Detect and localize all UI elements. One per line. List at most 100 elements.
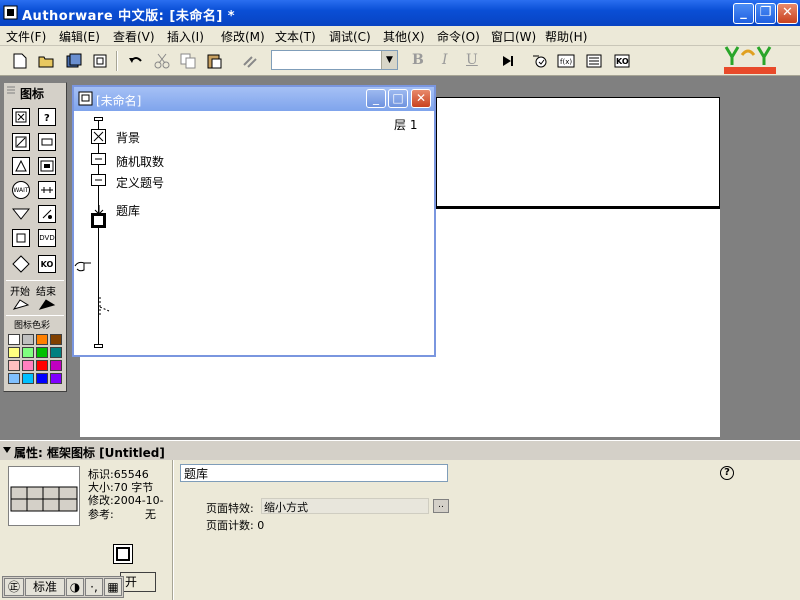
motion-icon[interactable]: ?: [38, 108, 56, 126]
icon-name-field[interactable]: 题库: [180, 464, 448, 482]
open-button[interactable]: 开: [120, 572, 156, 592]
effect-value-field[interactable]: 缩小方式: [261, 498, 429, 514]
icon-palette: 图标 ? WAIT DVD KO 开始 结束 图标色彩: [3, 82, 67, 392]
underline-button[interactable]: U: [466, 52, 478, 68]
paste-icon[interactable]: [204, 51, 224, 71]
menu-other[interactable]: 其他(X): [383, 28, 425, 45]
new-file-icon[interactable]: [10, 51, 30, 71]
undo-icon[interactable]: [126, 51, 146, 71]
color-swatch[interactable]: [50, 334, 62, 345]
color-swatch[interactable]: [50, 373, 62, 384]
color-swatch[interactable]: [36, 360, 48, 371]
dvd-icon[interactable]: DVD: [38, 229, 56, 247]
toolbar: [0, 46, 800, 76]
calculation-icon[interactable]: [91, 174, 106, 186]
decision-icon[interactable]: [38, 181, 56, 199]
color-swatch[interactable]: [50, 347, 62, 358]
color-swatch[interactable]: [50, 360, 62, 371]
color-swatch[interactable]: [36, 347, 48, 358]
menu-file[interactable]: 文件(F): [6, 28, 46, 45]
find-icon[interactable]: [240, 51, 260, 71]
flowline-title: [未命名]: [96, 94, 142, 108]
start-flag-label: 开始: [10, 287, 30, 298]
color-swatch[interactable]: [22, 334, 34, 345]
properties-header[interactable]: 属性: 框架图标 [Untitled]: [0, 440, 800, 460]
flowline-close-button[interactable]: ✕: [411, 89, 431, 108]
layer-indicator: 层 1: [394, 118, 418, 132]
presentation-window-lower: [80, 357, 440, 437]
save-all-icon[interactable]: [64, 51, 84, 71]
menu-command[interactable]: 命令(O): [437, 28, 480, 45]
calculation-icon[interactable]: [91, 153, 106, 165]
movie-icon[interactable]: [12, 255, 30, 273]
framework-icon[interactable]: [38, 157, 56, 175]
maximize-button[interactable]: ❐: [755, 3, 776, 24]
punctuation-icon[interactable]: ·,: [85, 578, 103, 596]
font-select[interactable]: ▼: [271, 50, 398, 70]
knowledge-object-icon[interactable]: KO: [612, 51, 632, 71]
open-file-icon[interactable]: [36, 51, 56, 71]
flow-icon-label[interactable]: 定义题号: [116, 174, 164, 191]
control-panel-icon[interactable]: [530, 51, 550, 71]
calculation-icon[interactable]: [38, 205, 56, 223]
flow-icon-label[interactable]: 题库: [116, 202, 140, 219]
italic-button[interactable]: I: [442, 52, 448, 68]
menu-window[interactable]: 窗口(W): [491, 28, 536, 45]
flow-icon-label[interactable]: 背景: [116, 129, 140, 146]
toolbar-separator: [116, 51, 118, 71]
erase-icon[interactable]: [12, 133, 30, 151]
ime-logo-icon[interactable]: ㊣: [4, 578, 24, 596]
flowline-minimize-button[interactable]: _: [366, 89, 386, 108]
color-swatch[interactable]: [8, 334, 20, 345]
display-icon[interactable]: [91, 129, 106, 144]
ko-icon[interactable]: KO: [38, 255, 56, 273]
close-button[interactable]: ✕: [777, 3, 798, 24]
menu-debug[interactable]: 调试(C): [329, 28, 371, 45]
color-swatch[interactable]: [8, 360, 20, 371]
menu-modify[interactable]: 修改(M): [221, 28, 265, 45]
palette-divider: [6, 315, 64, 316]
end-flag-icon[interactable]: [38, 297, 56, 311]
flowline-maximize-button[interactable]: □: [388, 89, 408, 108]
run-icon[interactable]: [498, 51, 518, 71]
page-count: 页面计数: 0: [206, 519, 265, 532]
soft-keyboard-icon[interactable]: ▦: [104, 578, 122, 596]
color-swatch[interactable]: [8, 347, 20, 358]
color-swatch[interactable]: [36, 334, 48, 345]
menu-insert[interactable]: 插入(I): [167, 28, 204, 45]
color-swatch[interactable]: [36, 373, 48, 384]
color-swatch[interactable]: [22, 347, 34, 358]
menu-help[interactable]: 帮助(H): [545, 28, 587, 45]
minimize-button[interactable]: _: [733, 3, 754, 24]
color-swatch[interactable]: [22, 373, 34, 384]
help-icon[interactable]: ?: [720, 466, 734, 480]
menu-view[interactable]: 查看(V): [113, 28, 155, 45]
variables-icon[interactable]: [584, 51, 604, 71]
menu-edit[interactable]: 编辑(E): [59, 28, 100, 45]
display-icon[interactable]: [12, 108, 30, 126]
start-flag-icon[interactable]: [12, 297, 30, 311]
bold-button[interactable]: B: [412, 52, 424, 68]
half-width-icon[interactable]: ◑: [66, 578, 84, 596]
color-swatch[interactable]: [22, 360, 34, 371]
color-swatch[interactable]: [8, 373, 20, 384]
wait-round-icon[interactable]: WAIT: [12, 181, 30, 199]
flowline-titlebar[interactable]: [未命名] _ □ ✕: [74, 87, 434, 111]
ime-mode[interactable]: 标准: [25, 578, 65, 596]
effect-browse-button[interactable]: ..: [433, 499, 449, 513]
navigate-icon[interactable]: [12, 157, 30, 175]
framework-icon[interactable]: [91, 213, 106, 228]
svg-text:?: ?: [44, 113, 50, 123]
menu-text[interactable]: 文本(T): [275, 28, 316, 45]
collapse-icon[interactable]: [3, 447, 11, 453]
wait-icon[interactable]: [38, 133, 56, 151]
functions-icon[interactable]: f(x): [556, 51, 576, 71]
cut-icon[interactable]: [152, 51, 172, 71]
flow-icon-label[interactable]: 随机取数: [116, 153, 164, 170]
map-icon[interactable]: [12, 229, 30, 247]
import-icon[interactable]: [90, 51, 110, 71]
chevron-down-icon[interactable]: ▼: [381, 51, 397, 69]
framework-icon: [113, 544, 133, 564]
interaction-icon[interactable]: [12, 205, 30, 223]
copy-icon[interactable]: [178, 51, 198, 71]
